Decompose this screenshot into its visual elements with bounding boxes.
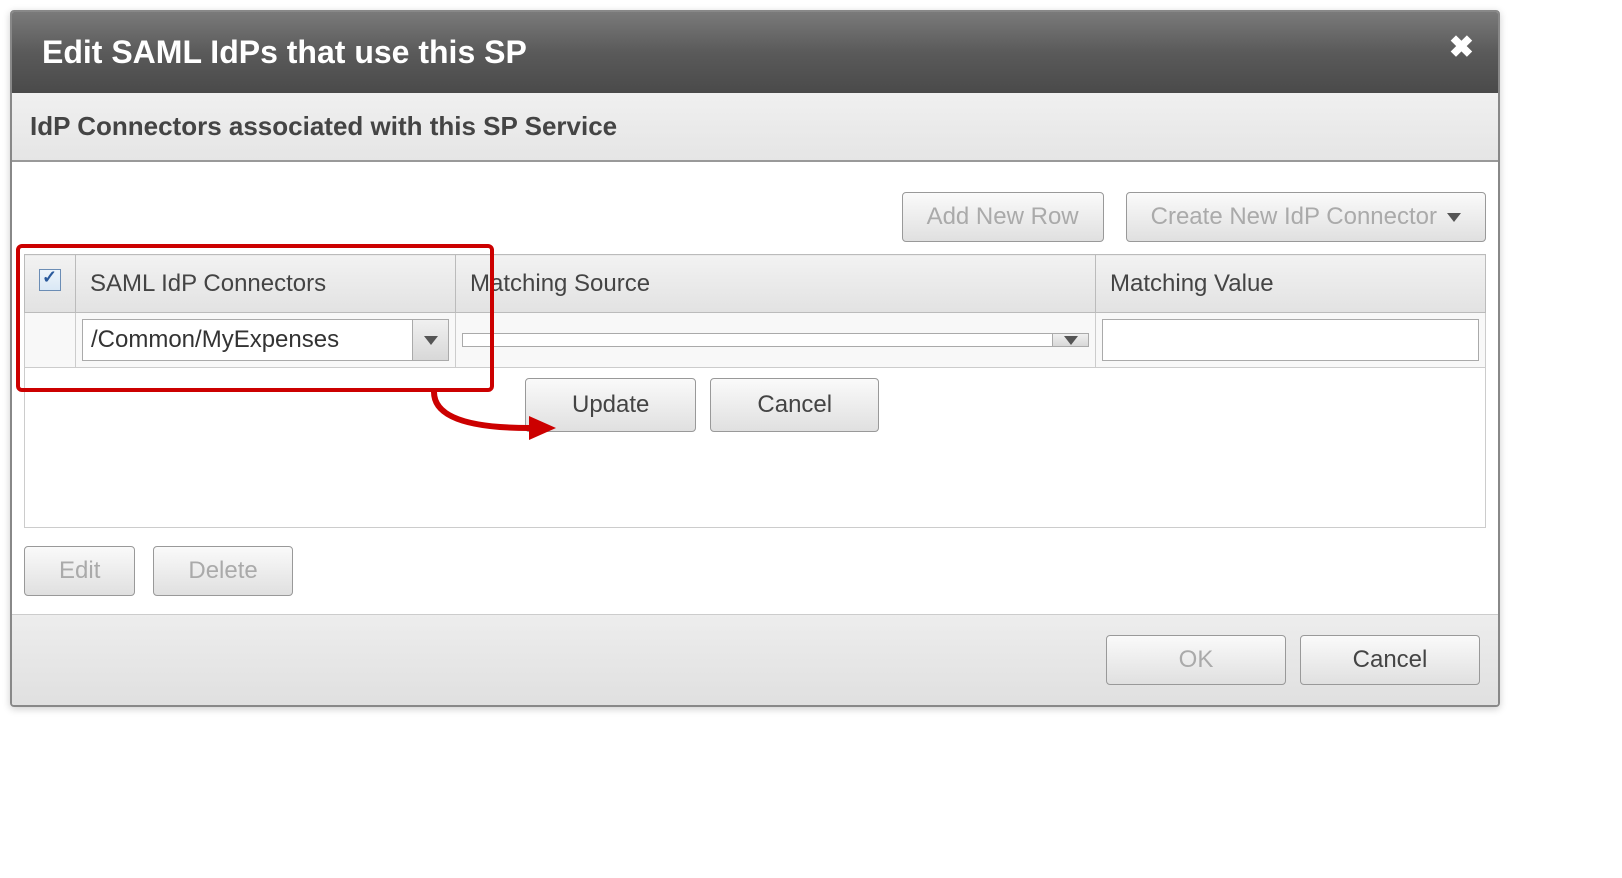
row-actions: Update Cancel: [525, 378, 879, 432]
bottom-actions: Edit Delete: [12, 528, 1498, 614]
dialog-title: Edit SAML IdPs that use this SP: [42, 34, 527, 70]
idp-connectors-table: SAML IdP Connectors Matching Source Matc…: [24, 254, 1486, 368]
dialog-footer: OK Cancel: [12, 614, 1498, 705]
chevron-down-icon: [412, 320, 448, 360]
table-empty-area: Update Cancel: [24, 368, 1486, 528]
close-icon[interactable]: ✖: [1449, 30, 1474, 65]
cancel-label: Cancel: [1353, 646, 1428, 674]
create-idp-connector-button[interactable]: Create New IdP Connector: [1126, 192, 1486, 242]
delete-button[interactable]: Delete: [153, 546, 292, 596]
chevron-down-icon: [1052, 334, 1088, 346]
matching-source-dropdown[interactable]: [462, 333, 1089, 347]
header-matching-value[interactable]: Matching Value: [1096, 255, 1486, 313]
select-all-checkbox[interactable]: [39, 269, 61, 291]
edit-button[interactable]: Edit: [24, 546, 135, 596]
edit-label: Edit: [59, 557, 100, 585]
table-area: SAML IdP Connectors Matching Source Matc…: [24, 254, 1486, 368]
matching-source-cell: [456, 313, 1096, 368]
cancel-button[interactable]: Cancel: [1300, 635, 1480, 685]
cancel-row-button[interactable]: Cancel: [710, 378, 879, 432]
update-label: Update: [572, 391, 649, 419]
matching-value-cell: [1096, 313, 1486, 368]
header-connectors[interactable]: SAML IdP Connectors: [76, 255, 456, 313]
matching-source-dropdown-value: [463, 334, 1052, 346]
table-row: /Common/MyExpenses: [25, 313, 1486, 368]
add-new-row-label: Add New Row: [927, 203, 1079, 231]
dialog-body: IdP Connectors associated with this SP S…: [12, 93, 1498, 614]
row-checkbox-cell: [25, 313, 76, 368]
matching-value-input[interactable]: [1102, 319, 1479, 361]
section-title: IdP Connectors associated with this SP S…: [12, 93, 1498, 162]
delete-label: Delete: [188, 557, 257, 585]
add-new-row-button[interactable]: Add New Row: [902, 192, 1104, 242]
edit-saml-idps-dialog: Edit SAML IdPs that use this SP ✖ IdP Co…: [10, 10, 1500, 707]
connector-cell: /Common/MyExpenses: [76, 313, 456, 368]
connector-dropdown[interactable]: /Common/MyExpenses: [82, 319, 449, 361]
connector-dropdown-value: /Common/MyExpenses: [83, 320, 412, 360]
update-button[interactable]: Update: [525, 378, 696, 432]
cancel-row-label: Cancel: [757, 391, 832, 419]
chevron-down-icon: [1447, 213, 1461, 222]
dialog-header: Edit SAML IdPs that use this SP ✖: [12, 12, 1498, 93]
ok-label: OK: [1179, 646, 1214, 674]
header-checkbox-cell: [25, 255, 76, 313]
create-idp-connector-label: Create New IdP Connector: [1151, 203, 1437, 231]
toolbar: Add New Row Create New IdP Connector: [12, 162, 1498, 254]
header-matching-source[interactable]: Matching Source: [456, 255, 1096, 313]
ok-button[interactable]: OK: [1106, 635, 1286, 685]
